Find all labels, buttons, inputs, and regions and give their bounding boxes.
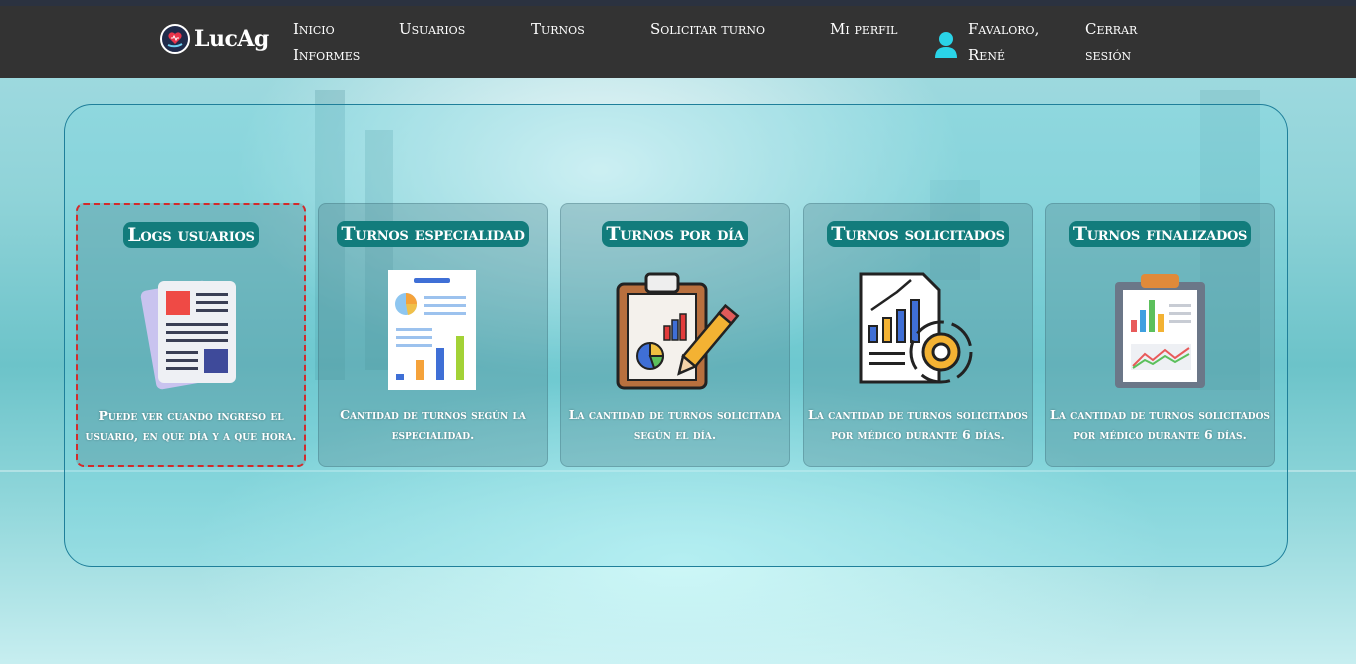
nav-mi-perfil[interactable]: Mi perfil	[830, 16, 897, 42]
heart-hand-icon	[160, 24, 190, 54]
nav-turnos[interactable]: Turnos	[531, 16, 585, 42]
report-card-turnos-por-dia[interactable]: Turnos por día La cantidad de turnos sol…	[560, 203, 790, 467]
nav-informes[interactable]: Informes	[293, 42, 360, 68]
user-name-line1[interactable]: Favaloro,	[968, 16, 1039, 42]
card-description: La cantidad de turnos solicitados por mé…	[1050, 407, 1270, 442]
card-description: La cantidad de turnos solicitados por mé…	[808, 407, 1028, 442]
report-gear-icon	[853, 270, 983, 392]
clipboard-bar-line-icon	[1095, 270, 1225, 392]
nav-inicio[interactable]: Inicio	[293, 16, 335, 42]
user-icon	[934, 31, 958, 63]
card-title: Turnos por día	[602, 221, 748, 247]
document-log-icon	[126, 271, 256, 393]
clipboard-chart-pencil-icon	[610, 270, 740, 392]
report-card-turnos-finalizados[interactable]: Turnos finalizados La cantidad de turnos…	[1045, 203, 1275, 467]
card-title: Logs usuarios	[123, 222, 259, 248]
user-name-line2[interactable]: René	[968, 42, 1005, 68]
card-title: Turnos especialidad	[337, 221, 529, 247]
card-title-wrap: Turnos finalizados	[1046, 221, 1274, 247]
card-description: Cantidad de turnos según la especialidad…	[340, 407, 526, 442]
top-navbar: LucAg Inicio Informes Usuarios Turnos So…	[0, 0, 1356, 78]
logout-link-line1[interactable]: Cerrar	[1085, 16, 1137, 42]
nav-solicitar-turno[interactable]: Solicitar turno	[650, 16, 765, 42]
brand-logo[interactable]: LucAg	[160, 24, 269, 54]
card-title-wrap: Turnos solicitados	[804, 221, 1032, 247]
brand-name: LucAg	[194, 26, 269, 52]
report-chart-icon	[368, 270, 498, 392]
report-card-logs-usuarios[interactable]: Logs usuarios Puede ver cuando ingreso e…	[76, 203, 306, 467]
logout-link-line2[interactable]: sesión	[1085, 42, 1131, 68]
nav-usuarios[interactable]: Usuarios	[399, 16, 465, 42]
card-title-wrap: Logs usuarios	[78, 222, 304, 248]
card-title: Turnos finalizados	[1068, 221, 1252, 247]
card-title-wrap: Turnos por día	[561, 221, 789, 247]
report-card-turnos-especialidad[interactable]: Turnos especialidad Cantidad de turnos s…	[318, 203, 548, 467]
card-description: Puede ver cuando ingreso el usuario, en …	[85, 408, 297, 443]
card-description: La cantidad de turnos solicitada según e…	[568, 407, 782, 442]
card-title: Turnos solicitados	[827, 221, 1009, 247]
report-card-turnos-solicitados[interactable]: Turnos solicitados La cantidad de turnos…	[803, 203, 1033, 467]
card-title-wrap: Turnos especialidad	[319, 221, 547, 247]
